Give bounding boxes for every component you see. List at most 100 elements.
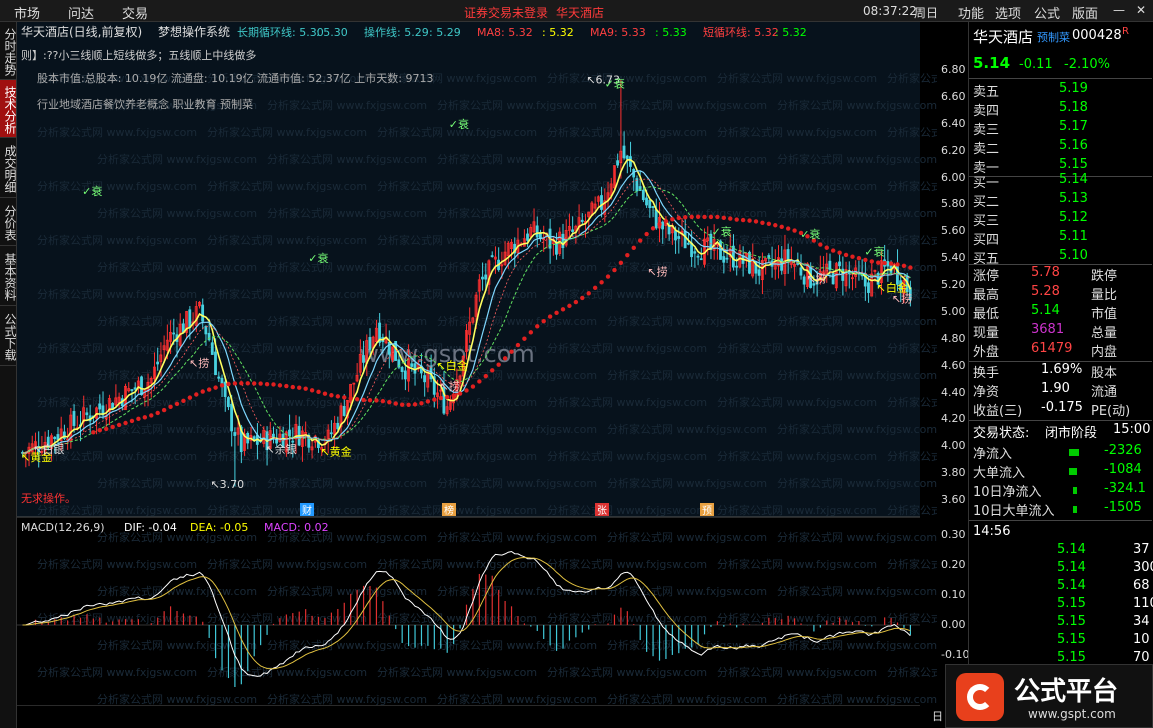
candle-body [362, 355, 365, 363]
chart-annotation: ✓衰 [605, 76, 625, 90]
watermark-text: 分析家公式网 www.fxjgsw.com [777, 476, 937, 490]
long-cycle-dot [412, 402, 418, 407]
minimize-icon[interactable]: — [1113, 3, 1125, 17]
price-axis-label: 5.40 [941, 251, 966, 265]
menu-trade[interactable]: 交易 [122, 3, 148, 22]
ask-row: 卖二 5.16 [969, 138, 1152, 157]
kline-chart-area[interactable]: 分析家公式网 www.fxjgsw.com 分析家公式网 www.fxjgsw.c… [17, 22, 969, 723]
bid-row: 买四 5.11 [969, 229, 1152, 248]
tick-time: 14:56 [973, 524, 1011, 539]
indicator-label: : 5.32 [775, 26, 807, 39]
menu-market[interactable]: 市场 [14, 3, 40, 22]
tab-price-table[interactable]: 分价表 [0, 198, 17, 246]
candle-body [130, 389, 134, 391]
tab-technical[interactable]: 技术分析 [0, 80, 17, 138]
macd-axis-label: 0.10 [941, 588, 966, 601]
long-cycle-dot [522, 336, 527, 341]
stat2-label-2: 股本 [1091, 366, 1118, 381]
menu-wenda[interactable]: 问达 [68, 3, 94, 22]
watermark-text: 分析家公式网 www.fxjgsw.com [717, 125, 877, 139]
candle-body [757, 269, 761, 276]
chart-annotation: ↖白金 [877, 281, 908, 295]
ask-row: 卖五 5.19 [969, 81, 1152, 100]
chart-annotation: ↖3.70 [210, 478, 244, 491]
long-cycle-dot [689, 214, 694, 220]
watermark-text: 分析家公式网 www.fxjgsw.com [207, 179, 367, 193]
candle-body [535, 225, 539, 238]
candle-body [342, 405, 346, 416]
tab-trade-detail[interactable]: 成交明细 [0, 138, 17, 198]
watermark-text: 分析家公式网 www.fxjgsw.com [607, 530, 767, 544]
flow-bar [1073, 487, 1077, 494]
stat2-value: 1.69% [1041, 362, 1083, 377]
price-axis-label: 5.80 [941, 197, 966, 211]
candle-body [786, 249, 790, 261]
candle-body [622, 145, 626, 159]
price-axis-label: 6.20 [941, 143, 966, 157]
long-cycle-dot [824, 245, 829, 250]
candle-body [651, 206, 655, 208]
price-change-pct: -2.10% [1064, 57, 1110, 72]
tab-intraday[interactable]: 分时走势 [0, 22, 17, 80]
candle-body [233, 432, 237, 436]
watermark-text: 分析家公式网 www.fxjgsw.com [267, 206, 427, 220]
stat2-value: 1.90 [1041, 381, 1070, 396]
watermark-text: 分析家公式网 www.fxjgsw.com [377, 233, 537, 247]
indicator-label: : 5.30 [316, 26, 348, 39]
tick-volume: 300 [1133, 560, 1153, 575]
tick-price: 5.15 [1057, 596, 1086, 611]
watermark-text: 分析家公式网 www.fxjgsw.com [547, 179, 707, 193]
watermark-text: 分析家公式网 www.fxjgsw.com [267, 98, 427, 112]
menu-formula[interactable]: 公式 [1034, 3, 1060, 22]
long-cycle-dot [702, 214, 707, 220]
long-cycle-dot [309, 388, 315, 393]
watermark-text: 分析家公式网 www.fxjgsw.com [437, 314, 597, 328]
watermark-text: 分析家公式网 www.fxjgsw.com [717, 179, 877, 193]
current-stock: 华天酒店 [556, 6, 605, 20]
long-cycle-dot [734, 217, 739, 222]
stock-app: 市场 问达 交易 证券交易未登录 华天酒店 08:37:22 周日 功能 选项 … [0, 0, 1153, 728]
bid-label: 买三 [973, 214, 1000, 229]
industry-info: 行业地域酒店餐饮养老概念 职业教育 预制菜 [37, 97, 253, 111]
flow-label: 10日大单流入 [973, 504, 1055, 519]
close-icon[interactable]: ✕ [1136, 3, 1146, 17]
long-cycle-dot [374, 398, 379, 403]
long-cycle-dot [264, 382, 270, 387]
trade-status-time: 15:00 [1113, 422, 1151, 437]
long-cycle-dot [560, 307, 566, 312]
menu-layout[interactable]: 版面 [1072, 3, 1098, 22]
login-warning[interactable]: 证券交易未登录 [464, 4, 548, 21]
quote-panel: 华天酒店 预制菜 000428 R 5.14 -0.11 -2.10% 卖五 5.… [968, 22, 1153, 728]
watermark-text: 分析家公式网 www.fxjgsw.com [207, 233, 367, 247]
menu-options[interactable]: 选项 [995, 3, 1021, 22]
kline-chart[interactable]: 分析家公式网 www.fxjgsw.com 分析家公式网 www.fxjgsw.c… [17, 22, 937, 706]
watermark-text: 分析家公式网 www.fxjgsw.com [37, 233, 197, 247]
chart-annotation: ✓衰 [864, 244, 884, 258]
candle-body [886, 261, 890, 267]
tab-fundamentals[interactable]: 基本资料 [0, 246, 17, 306]
indicator-label: MA8: 5.32 [477, 26, 533, 39]
stat2-label: 收益(三) [973, 404, 1023, 419]
watermark-text: 分析家公式网 www.fxjgsw.com [887, 611, 937, 625]
stat2-row: 换手 1.69% 股本 [969, 362, 1152, 381]
long-cycle-dot [329, 393, 334, 398]
bid-price: 5.11 [1059, 229, 1088, 244]
menu-function[interactable]: 功能 [958, 3, 984, 22]
capital-info: 股本市值:总股本: 10.19亿 流通盘: 10.19亿 流通市值: 52.37… [37, 71, 433, 85]
tab-formula-download[interactable]: 公式下载 [0, 306, 17, 366]
macd-axis-label: 0.30 [941, 528, 966, 541]
candle-body [625, 155, 629, 160]
watermark-text: 分析家公式网 www.fxjgsw.com [777, 152, 937, 166]
long-cycle-dot [477, 379, 482, 384]
last-price: 5.14 [973, 54, 1011, 72]
chart-annotation: ↖捞 [440, 380, 460, 393]
trade-status: 闭市阶段 [1045, 426, 1098, 441]
concept-tag[interactable]: 预制菜 [1037, 29, 1070, 45]
bid-row: 买三 5.12 [969, 210, 1152, 229]
candle-body [56, 434, 60, 440]
watermark-text: 分析家公式网 www.fxjgsw.com [37, 125, 197, 139]
long-cycle-dot [496, 362, 501, 367]
candle-body [201, 304, 205, 322]
watermark-text: 分析家公式网 www.fxjgsw.com [97, 260, 257, 274]
tick-volume: 70 [1133, 650, 1150, 665]
